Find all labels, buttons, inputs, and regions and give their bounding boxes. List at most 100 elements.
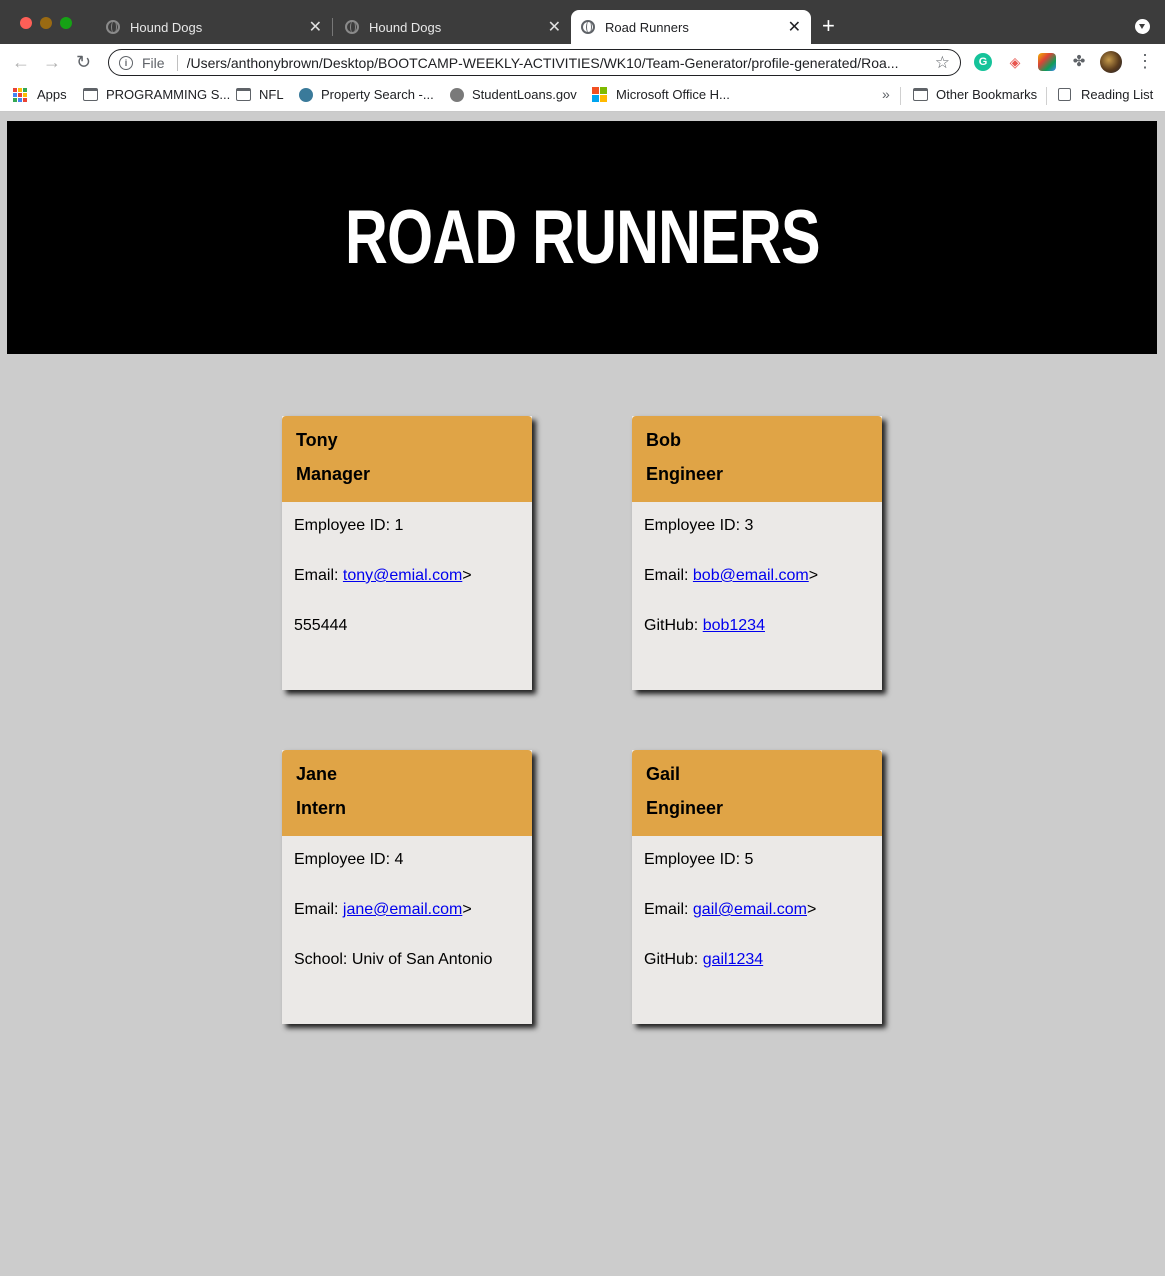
close-tab-icon[interactable]: ✕ [548,17,561,37]
email-suffix: > [462,901,472,918]
color-extension-icon[interactable] [1038,53,1056,71]
bookmark-label: NFL [259,87,284,102]
employee-github-line: GitHub: bob1234 [644,616,870,666]
card-body: Employee ID: 3 Email: bob@email.com> Git… [632,502,882,666]
url-divider [176,54,178,71]
bookmark-label: StudentLoans.gov [472,87,577,102]
employee-role: Engineer [646,464,724,484]
menu-kebab-icon[interactable]: ⋮ [1136,52,1154,70]
close-window-button[interactable] [20,17,32,29]
bookmark-apps[interactable]: Apps [13,87,67,102]
bookmark-folder[interactable]: NFL [236,87,284,102]
bookmark-link[interactable]: StudentLoans.gov [450,87,577,102]
bookmark-label: PROGRAMMING S... [106,87,231,102]
folder-icon [236,88,251,101]
browser-tab-bar: Hound Dogs ✕ Hound Dogs ✕ Road Runners ✕… [0,0,1165,44]
url-scheme: File [142,54,165,71]
email-label: Email: [644,567,693,584]
minimize-window-button[interactable] [40,17,52,29]
employee-role: Intern [296,798,347,818]
card-header: Gail Engineer [632,750,882,836]
globe-icon [106,20,120,34]
bookmark-link[interactable]: Property Search -... [299,87,434,102]
tab-search-icon[interactable] [1135,19,1150,34]
bookmark-folder[interactable]: PROGRAMMING S... [83,87,230,102]
browser-tab[interactable]: Hound Dogs ✕ [335,10,571,44]
grammarly-icon[interactable]: G [974,53,992,71]
browser-tab[interactable]: Hound Dogs ✕ [96,10,332,44]
reload-icon[interactable]: ↻ [76,51,91,73]
browser-toolbar: ← → ↻ i File /Users/anthonybrown/Desktop… [0,44,1165,80]
employee-card: Jane Intern Employee ID: 4 Email: jane@e… [282,750,532,1024]
globe-icon [345,20,359,34]
employee-id: Employee ID: 3 [644,517,754,534]
microsoft-icon [592,87,607,102]
employee-email-line: Email: tony@emial.com> [294,566,520,616]
bookmark-star-icon[interactable]: ☆ [935,53,950,73]
school-name: Univ of San Antonio [351,951,493,968]
employee-email-line: Email: bob@email.com> [644,566,870,616]
close-tab-icon[interactable]: ✕ [309,17,322,37]
page-viewport: ROAD RUNNERS Tony Manager Employee ID: 1… [0,113,1165,1276]
bookmark-other[interactable]: Other Bookmarks [913,87,1037,102]
employee-id: Employee ID: 5 [644,851,754,868]
extensions-puzzle-icon[interactable]: ✤ [1070,53,1088,71]
bookmark-label: Apps [37,87,67,102]
folder-icon [913,88,928,101]
github-link[interactable]: bob1234 [703,617,765,634]
address-bar[interactable]: i File /Users/anthonybrown/Desktop/BOOTC… [108,49,961,76]
email-link[interactable]: jane@email.com [343,901,462,918]
email-link[interactable]: gail@email.com [693,901,807,918]
employee-name: Gail [646,764,681,784]
employee-card: Tony Manager Employee ID: 1 Email: tony@… [282,416,532,690]
employee-github-line: GitHub: gail1234 [644,950,870,1000]
team-title: ROAD RUNNERS [344,194,821,280]
zoom-window-button[interactable] [60,17,72,29]
tab-title: Hound Dogs [369,19,442,35]
email-suffix: > [806,901,817,918]
profile-avatar[interactable] [1100,51,1122,73]
office-number: 555444 [294,617,348,634]
card-body: Employee ID: 5 Email: gail@email.com> Gi… [632,836,882,1000]
url-text[interactable]: /Users/anthonybrown/Desktop/BOOTCAMP-WEE… [187,55,929,71]
employee-email-line: Email: gail@email.com> [644,900,870,950]
card-header: Tony Manager [282,416,532,502]
email-link[interactable]: tony@emial.com [343,567,462,584]
email-label: Email: [644,901,693,918]
email-link[interactable]: bob@email.com [693,567,809,584]
card-body: Employee ID: 4 Email: jane@email.com> Sc… [282,836,532,1000]
browser-tab-active[interactable]: Road Runners ✕ [571,10,811,44]
bookmark-label: Property Search -... [321,87,434,102]
email-label: Email: [294,901,343,918]
school-label: School: [294,951,352,968]
cast-extension-icon[interactable]: ◈ [1006,53,1024,71]
employee-card: Bob Engineer Employee ID: 3 Email: bob@e… [632,416,882,690]
reading-list-button[interactable]: Reading List [1058,87,1153,102]
email-suffix: > [462,567,472,584]
bookmarks-divider [900,87,901,105]
close-tab-icon[interactable]: ✕ [788,17,801,37]
github-link[interactable]: gail1234 [703,951,764,968]
forward-arrow-icon[interactable]: → [43,51,61,73]
employee-name: Bob [646,430,681,450]
card-header: Jane Intern [282,750,532,836]
bookmark-label: Reading List [1081,87,1154,102]
team-header: ROAD RUNNERS [7,121,1157,354]
bookmark-link[interactable]: Microsoft Office H... [592,87,730,102]
employee-id: Employee ID: 4 [294,851,404,868]
seal-icon [450,87,464,102]
folder-icon [83,88,98,101]
employee-office-number: 555444 [294,616,520,666]
back-arrow-icon[interactable]: ← [12,51,30,73]
employee-id: Employee ID: 1 [294,517,404,534]
info-icon[interactable]: i [119,55,133,70]
card-body: Employee ID: 1 Email: tony@emial.com> 55… [282,502,532,666]
employee-role: Manager [296,464,371,484]
employee-name: Tony [296,430,338,450]
github-label: GitHub: [644,951,703,968]
email-label: Email: [294,567,343,584]
new-tab-plus-icon[interactable]: + [822,14,835,38]
more-bookmarks-chevron-icon[interactable]: » [882,86,890,102]
bookmarks-bar: Apps PROGRAMMING S... NFL Property Searc… [0,80,1165,112]
reading-list-icon [1058,88,1071,101]
